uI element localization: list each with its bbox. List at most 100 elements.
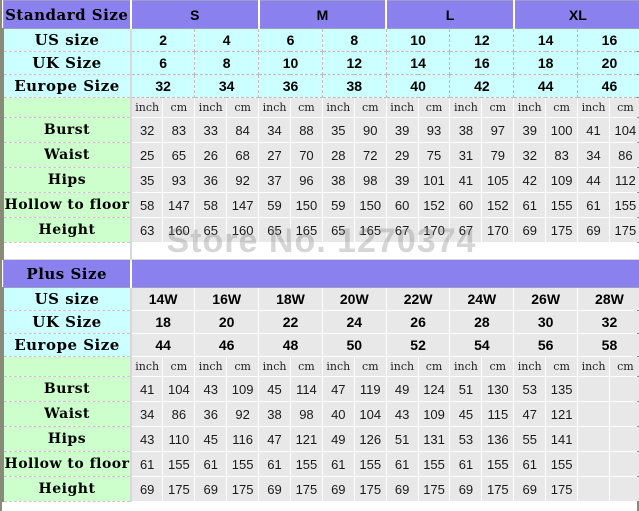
plus-measure-value-cell: 47	[321, 376, 355, 402]
plus-unit-cell-cm: cm	[545, 356, 579, 377]
plus-measure-value-cell	[608, 426, 639, 452]
measure-value-cell: 175	[545, 217, 579, 243]
measure-value-cell: 65	[194, 217, 228, 243]
unit-cell-cm: cm	[481, 97, 515, 118]
measure-label-waist: Waist	[2, 142, 132, 168]
plus-measure-value-cell	[608, 476, 639, 502]
unit-cell-cm: cm	[608, 97, 639, 118]
unit-cell-cm: cm	[545, 97, 579, 118]
plus-measure-value-cell: 110	[162, 426, 196, 452]
plus-measure-value-cell	[608, 376, 639, 402]
measure-value-cell: 101	[417, 167, 451, 193]
plus-measure-value-cell: 43	[385, 401, 419, 427]
measure-value-cell: 72	[353, 142, 387, 168]
plus-measure-value-cell: 131	[417, 426, 451, 452]
plus-measure-value-cell: 34	[130, 401, 164, 427]
size-value-cell: 42	[449, 74, 515, 98]
standard-measure-row: Height 63 160 65 160 65 165 65 165 67 170 67 170 69 17…	[2, 217, 639, 243]
measure-value-cell: 109	[545, 167, 579, 193]
plus-measure-value-cell: 175	[353, 476, 387, 502]
size-value-cell: 32	[130, 74, 196, 98]
plus-measure-value-cell: 175	[162, 476, 196, 502]
plus-measure-value-cell: 61	[321, 451, 355, 477]
plus-measure-value-cell: 38	[258, 401, 291, 427]
measure-value-cell: 160	[226, 217, 260, 243]
size-value-cell: 6	[258, 28, 323, 52]
plus-size-value-cell: 18	[130, 310, 196, 334]
plus-unit-cell-inch: inch	[130, 356, 164, 377]
row-label-europe-size: Europe Size	[2, 74, 132, 98]
standard-size-row: US size 2 4 6 8 10 12 14 16	[2, 28, 639, 52]
plus-size-value-cell: 16W	[194, 287, 260, 311]
plus-size-row: UK Size 18 20 22 24 26 28 30 32	[2, 310, 639, 334]
measure-value-cell: 84	[226, 117, 260, 143]
measure-value-cell: 155	[545, 192, 579, 218]
plus-measure-value-cell: 61	[449, 451, 483, 477]
plus-measure-value-cell	[577, 426, 610, 452]
size-value-cell: 38	[321, 74, 387, 98]
plus-measure-value-cell: 136	[481, 426, 515, 452]
standard-measure-row: Waist 25 65 26 68 27 70 28 72 29 75 31 79 32 83 34 86	[2, 142, 639, 168]
size-value-cell: 46	[577, 74, 639, 98]
plus-measure-value-cell: 175	[226, 476, 260, 502]
plus-unit-cell-inch: inch	[513, 356, 547, 377]
measure-value-cell: 175	[608, 217, 639, 243]
measure-value-cell: 92	[226, 167, 260, 193]
measure-value-cell: 170	[481, 217, 515, 243]
measure-value-cell: 31	[449, 142, 483, 168]
measure-value-cell: 152	[417, 192, 451, 218]
plus-size-row: Europe Size 44 46 48 50 52 54 56 58	[2, 333, 639, 357]
standard-unit-row: inch cm inch cm inch cm inch cm inch cm inch cm inch…	[2, 97, 639, 118]
standard-size-title: Standard Size	[2, 0, 132, 29]
measure-value-cell: 37	[258, 167, 291, 193]
plus-measure-value-cell: 86	[162, 401, 196, 427]
plus-size-value-cell: 32	[577, 310, 639, 334]
measure-value-cell: 34	[577, 142, 610, 168]
measure-value-cell: 75	[417, 142, 451, 168]
unit-cell-inch: inch	[194, 97, 228, 118]
plus-measure-value-cell: 155	[545, 451, 579, 477]
plus-size-value-cell: 26	[385, 310, 451, 334]
size-value-cell: 10	[385, 28, 451, 52]
plus-size-value-cell: 20	[194, 310, 260, 334]
plus-measure-value-cell: 47	[258, 426, 291, 452]
plus-measure-row: Burst 41 104 43 109 45 114 47 119 49 124 51 130 53 135	[2, 376, 639, 402]
plus-unit-cell-cm: cm	[608, 356, 639, 377]
unit-cell-inch: inch	[130, 97, 164, 118]
plus-measure-label-hips: Hips	[2, 426, 132, 452]
plus-size-value-cell: 18W	[258, 287, 323, 311]
plus-measure-value-cell: 92	[226, 401, 260, 427]
plus-header-row: Plus Size	[2, 259, 639, 288]
size-value-cell: 14	[513, 28, 579, 52]
plus-measure-value-cell: 47	[513, 401, 547, 427]
plus-measure-value-cell: 141	[545, 426, 579, 452]
plus-measure-value-cell: 69	[321, 476, 355, 502]
plus-measure-value-cell: 51	[449, 376, 483, 402]
unit-cell-cm: cm	[289, 97, 323, 118]
measure-value-cell: 150	[353, 192, 387, 218]
size-value-cell: 34	[194, 74, 260, 98]
size-value-cell: 44	[513, 74, 579, 98]
plus-measure-value-cell: 109	[417, 401, 451, 427]
plus-size-title: Plus Size	[2, 259, 132, 288]
measure-value-cell: 150	[289, 192, 323, 218]
measure-value-cell: 93	[162, 167, 196, 193]
plus-row-label-us-size: US size	[2, 287, 132, 311]
table-spacer-row	[2, 242, 639, 260]
plus-measure-value-cell: 53	[449, 426, 483, 452]
plus-measure-row: Waist 34 86 36 92 38 98 40 104 43 109 45 115 47 121	[2, 401, 639, 427]
unit-cell-inch: inch	[449, 97, 483, 118]
plus-size-value-cell: 28W	[577, 287, 639, 311]
measure-value-cell: 38	[449, 117, 483, 143]
measure-value-cell: 36	[194, 167, 228, 193]
measure-label-burst: Burst	[2, 117, 132, 143]
plus-unit-cell-inch: inch	[258, 356, 291, 377]
plus-unit-cell-inch: inch	[321, 356, 355, 377]
unit-cell-inch: inch	[385, 97, 419, 118]
measure-value-cell: 86	[608, 142, 639, 168]
measure-label-height: Height	[2, 217, 132, 243]
spacer-label-cell	[2, 242, 132, 260]
standard-measure-row: Hips 35 93 36 92 37 96 38 98 39 101 41 105 42 109 44 112	[2, 167, 639, 193]
measure-value-cell: 83	[545, 142, 579, 168]
plus-size-value-cell: 50	[321, 333, 387, 357]
